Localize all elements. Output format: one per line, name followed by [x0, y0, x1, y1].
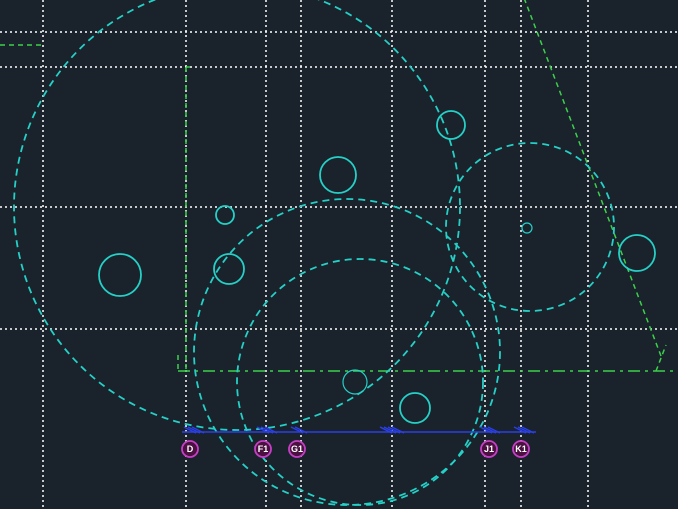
- svg-text:D: D: [187, 444, 194, 454]
- marker-K1[interactable]: K1: [513, 441, 529, 457]
- svg-text:K1: K1: [515, 444, 527, 454]
- solid-circles-layer: [99, 111, 655, 423]
- grid-markers-layer: D F1 G1 J1 K1: [182, 441, 529, 457]
- marker-D[interactable]: D: [182, 441, 198, 457]
- construction-layer: [0, 0, 678, 371]
- drawing-canvas[interactable]: D F1 G1 J1 K1: [0, 0, 678, 509]
- svg-text:G1: G1: [291, 444, 303, 454]
- marker-G1[interactable]: G1: [289, 441, 305, 457]
- marker-F1[interactable]: F1: [255, 441, 271, 457]
- marker-J1[interactable]: J1: [481, 441, 497, 457]
- svg-text:J1: J1: [484, 444, 494, 454]
- svg-text:F1: F1: [258, 444, 269, 454]
